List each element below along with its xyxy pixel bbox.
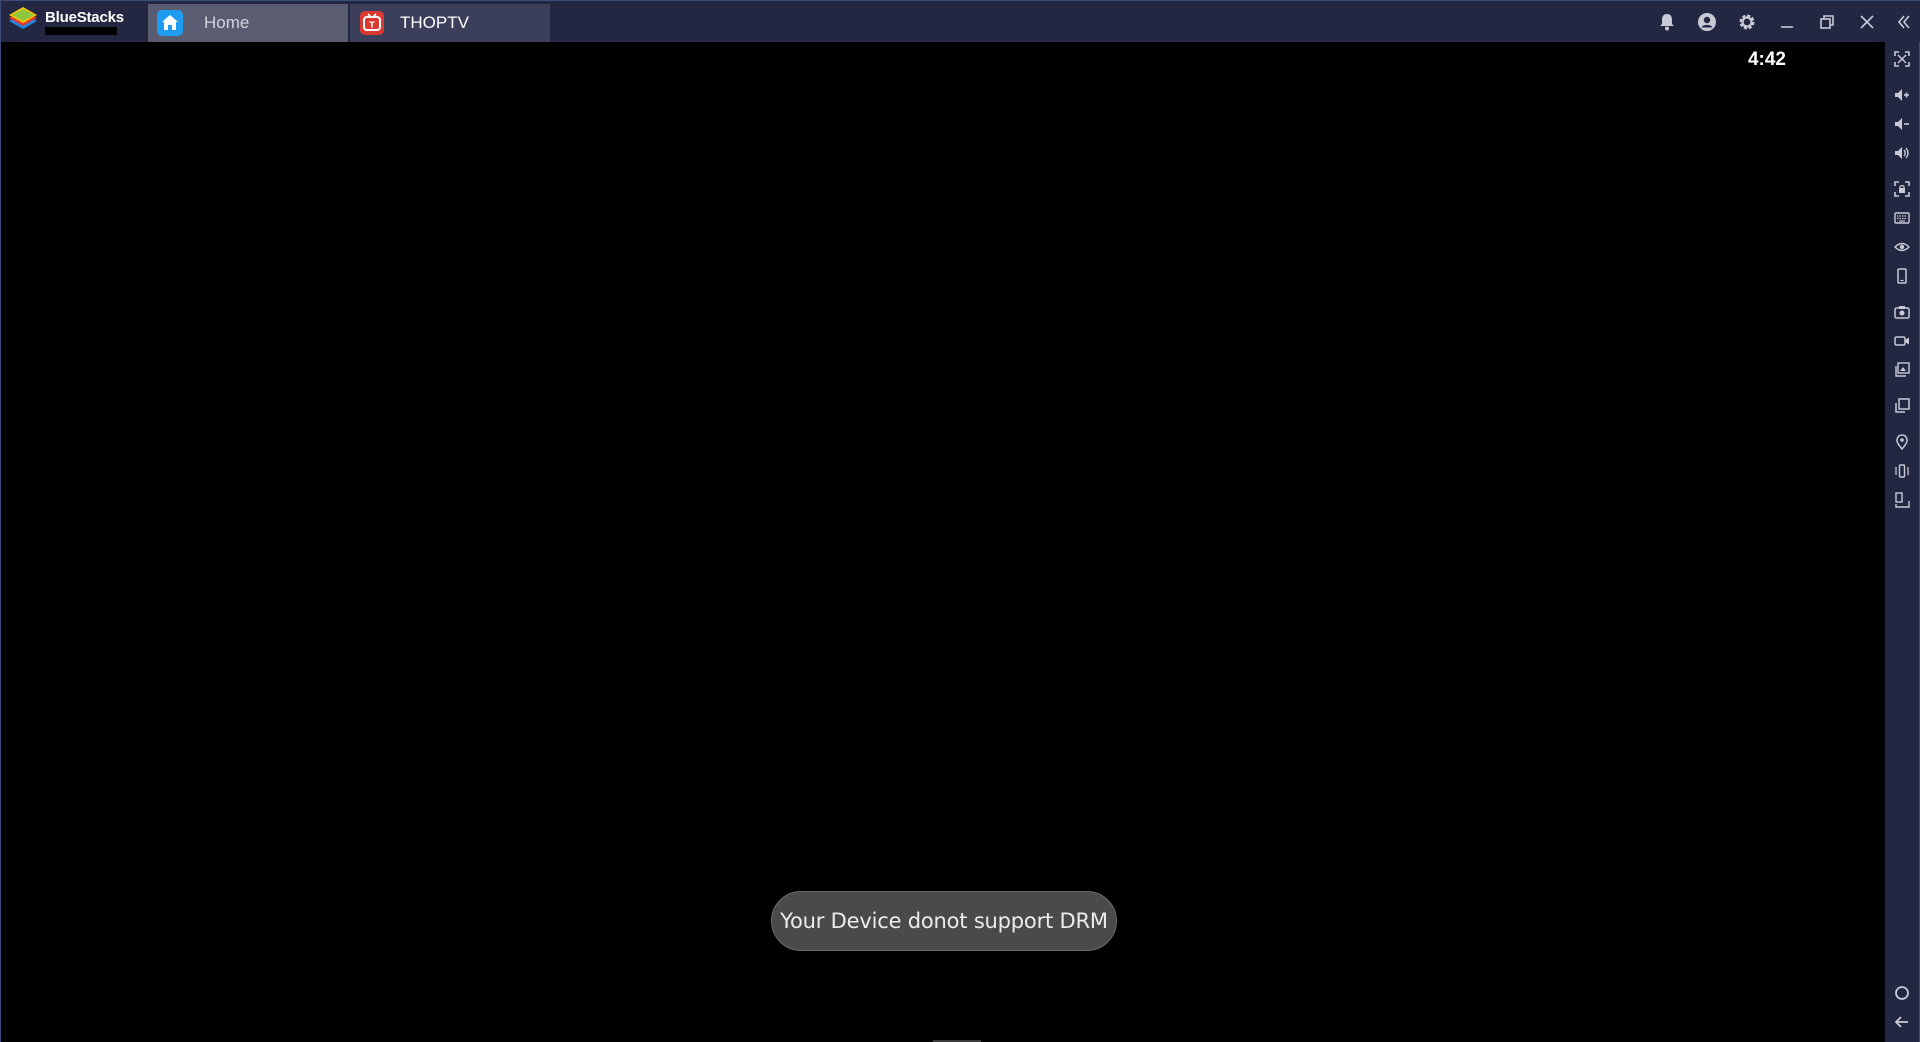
bluestacks-window: BlueStacks Home T THOPTV 4:42 Your Devic… — [0, 0, 1920, 1042]
eye-icon[interactable] — [1888, 234, 1916, 260]
volume-up-icon[interactable] — [1888, 82, 1916, 108]
title-bar: BlueStacks Home T THOPTV — [1, 1, 1920, 42]
screenshot-icon[interactable] — [1888, 299, 1916, 325]
shake-icon[interactable] — [1888, 458, 1916, 484]
keyboard-icon[interactable] — [1888, 205, 1916, 231]
fullscreen-icon[interactable] — [1888, 46, 1916, 72]
tab-thoptv[interactable]: T THOPTV — [350, 4, 550, 42]
account-icon[interactable] — [1687, 1, 1727, 42]
brand-underline — [45, 27, 117, 35]
home-circle-icon[interactable] — [1888, 980, 1916, 1006]
svg-text:T: T — [369, 21, 375, 30]
screen-lock-icon[interactable] — [1888, 176, 1916, 202]
thoptv-app-icon: T — [358, 9, 386, 37]
restore-icon[interactable] — [1807, 1, 1847, 42]
video-record-icon[interactable] — [1888, 328, 1916, 354]
volume-down-icon[interactable] — [1888, 111, 1916, 137]
media-folder-icon[interactable] — [1888, 357, 1916, 383]
phone-rotate-icon[interactable] — [1888, 263, 1916, 289]
resize-icon[interactable] — [1888, 487, 1916, 513]
tab-thoptv-label: THOPTV — [400, 13, 469, 32]
toast-message: Your Device donot support DRM — [771, 891, 1117, 951]
bluestacks-brand: BlueStacks — [7, 5, 147, 37]
gear-icon[interactable] — [1727, 1, 1767, 42]
location-icon[interactable] — [1888, 429, 1916, 455]
tab-home[interactable]: Home — [148, 4, 348, 42]
right-toolbar — [1885, 42, 1919, 1042]
bluestacks-logo-icon — [7, 7, 39, 38]
status-clock: 4:42 — [1747, 49, 1786, 70]
minimize-icon[interactable] — [1767, 1, 1807, 42]
collapse-sidebar-icon[interactable] — [1887, 1, 1920, 42]
volume-icon[interactable] — [1888, 140, 1916, 166]
back-arrow-icon[interactable] — [1888, 1009, 1916, 1035]
android-screen[interactable]: 4:42 Your Device donot support DRM — [1, 42, 1886, 1042]
window-controls — [1647, 1, 1920, 42]
bell-icon[interactable] — [1647, 1, 1687, 42]
tab-home-label: Home — [204, 13, 250, 32]
home-icon — [156, 9, 184, 37]
multi-instance-icon[interactable] — [1888, 393, 1916, 419]
app-name: BlueStacks — [45, 9, 124, 26]
close-icon[interactable] — [1847, 1, 1887, 42]
